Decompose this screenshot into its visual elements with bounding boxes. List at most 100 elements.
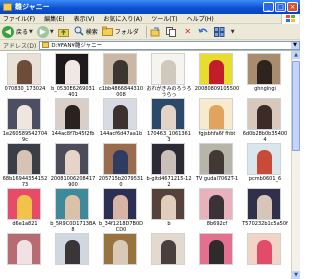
file-item[interactable] [242,231,288,276]
up-folder-icon[interactable] [58,26,70,38]
thumbnail-image [151,143,185,175]
back-button[interactable]: ◀ 戻る ▼ [2,25,33,39]
file-item[interactable]: fgjsbhfa6f fhbt [194,96,240,141]
file-item[interactable]: 20080809105500 [194,51,240,96]
menu-tools[interactable]: ツール(T) [151,14,177,23]
photo-subject [209,150,224,174]
search-button[interactable]: 検索 [74,25,98,39]
window-title: 雛ジャニー [15,3,50,11]
file-item[interactable]: 144ac8f7b45f2fb [50,96,96,141]
photo-subject [209,60,224,84]
file-item[interactable]: T570232b1c5a50f [242,186,288,231]
thumbnail-image [151,98,185,130]
file-name: 070830_173024 [4,86,46,92]
file-item[interactable]: 070830_173024 [2,51,48,96]
close-button[interactable]: × [287,2,298,12]
file-thumbnail-grid: 070830_173024 b_0530E6269031401 c1bb486684… [0,51,291,279]
forward-button[interactable]: ▶ ▼ [36,25,54,39]
file-item[interactable]: b-gitd4671215-122 [146,141,192,188]
photo-subject [17,150,32,174]
scroll-up-icon[interactable]: ▲ [292,51,300,59]
photo-subject [17,240,32,264]
file-item[interactable]: 20081006208417900 [50,141,96,188]
photo-subject [209,105,224,129]
thumbnail-image [55,143,89,175]
file-item[interactable]: d6e1a821 [2,186,48,231]
file-item[interactable]: b_0530E6269031401 [50,51,96,98]
title-bar: 雛ジャニー _ □ × [0,0,300,14]
thumbnail-image [247,98,281,130]
photo-subject [17,105,32,129]
thumbnail-image [151,53,185,85]
menu-file[interactable]: ファイル(F) [3,14,35,23]
search-icon [74,26,84,38]
menu-favorites[interactable]: お気に入り(A) [103,14,142,23]
file-name: TV gudal7062T-1 [195,176,239,182]
back-dropdown-icon[interactable]: ▼ [29,29,33,35]
photo-subject [113,60,128,84]
file-item[interactable]: 144acf6d47aa1b [98,96,144,141]
vertical-scrollbar[interactable]: ▲ ▼ [291,51,300,279]
file-item[interactable]: c1bb4866844310008 [98,51,144,98]
back-arrow-icon: ◀ [2,25,14,38]
file-item[interactable] [146,231,192,276]
photo-subject [113,150,128,174]
toolbar: ◀ 戻る ▼ ▶ ▼ 検索 フォルダ ✕ ▼ [0,24,300,40]
file-item[interactable]: 6d0b28b0b354004 [242,96,288,143]
scroll-thumb[interactable] [292,61,300,151]
thumbnail-image [247,188,281,220]
move-to-icon[interactable] [150,26,162,38]
file-item[interactable]: 1e2605895427049c [2,96,48,143]
address-input[interactable]: D:¥FAN¥雛ジャニー ▼ [39,40,300,50]
scroll-down-icon[interactable]: ▼ [292,271,300,279]
file-item[interactable]: おれがきみのろうろうらっ [146,51,192,98]
photo-subject [161,105,176,129]
minimize-button[interactable]: _ [263,2,274,12]
delete-icon[interactable]: ✕ [182,26,194,38]
file-item[interactable]: b [146,186,192,231]
photo-subject [257,150,272,174]
thumbnail-image [103,188,137,220]
file-item[interactable]: ghnglngi [242,51,288,96]
thumbnail-image [103,53,137,85]
file-name: fgjsbhfa6f fhbt [198,131,236,137]
undo-icon[interactable] [198,26,210,38]
thumbnail-image [199,98,233,130]
views-dropdown-icon[interactable]: ▼ [231,29,235,35]
menu-edit[interactable]: 編集(E) [44,14,64,23]
thumbnail-image [55,188,89,220]
file-item[interactable]: 68b1694435415273 [2,141,48,188]
menu-view[interactable]: 表示(V) [74,14,95,23]
forward-dropdown-icon[interactable]: ▼ [50,29,54,35]
file-item[interactable]: 170463_10613613 [146,96,192,143]
address-value[interactable]: D:¥FAN¥雛ジャニー [51,41,102,49]
toolbar-separator [145,25,147,38]
file-item[interactable]: TV gudal7062T-1 [194,141,240,186]
file-item[interactable] [50,231,96,276]
file-item[interactable]: 205715b20795310 [98,141,144,188]
copy-to-icon[interactable] [166,26,178,38]
thumbnail-image [55,98,89,130]
photo-subject [65,105,80,129]
address-dropdown-icon[interactable]: ▼ [291,41,299,49]
menu-help[interactable]: ヘルプ(H) [187,14,214,23]
file-item[interactable]: 8b692cf [194,186,240,231]
file-item[interactable] [194,231,240,276]
file-item[interactable]: pcmb0601_6 [242,141,288,186]
file-item[interactable] [2,231,48,276]
file-item[interactable] [98,231,144,276]
photo-subject [161,240,176,264]
file-name: b [167,221,171,227]
file-name: 20080809105500 [194,86,240,92]
file-item[interactable]: b_5R9C0D1713BA8 [50,186,96,233]
photo-subject [65,60,80,84]
file-item[interactable]: b_34f1218D7B0DCD0 [98,186,144,233]
photo-subject [257,105,272,129]
address-bar: アドレス(D) D:¥FAN¥雛ジャニー ▼ [0,40,300,51]
maximize-button[interactable]: □ [275,2,286,12]
photo-subject [257,240,272,264]
views-icon[interactable] [214,26,226,38]
windows-logo-icon [281,14,299,24]
photo-subject [257,60,272,84]
folders-button[interactable]: フォルダ [101,25,139,39]
